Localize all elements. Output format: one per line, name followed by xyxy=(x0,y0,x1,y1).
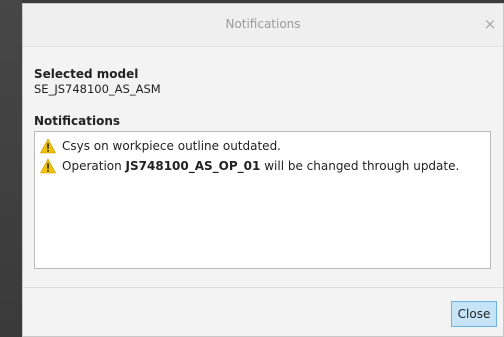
notification-text-suffix: will be changed through update. xyxy=(260,159,460,173)
close-button[interactable]: Close xyxy=(451,301,497,327)
dialog-title: Notifications xyxy=(225,17,301,31)
notification-text: Csys on workpiece outline outdated. xyxy=(62,139,281,153)
dialog-titlebar[interactable]: Notifications × xyxy=(23,4,503,47)
operation-name: JS748100_AS_OP_01 xyxy=(125,159,261,173)
notifications-dialog: Notifications × Selected model SE_JS7481… xyxy=(22,3,504,337)
notifications-list[interactable]: Csys on workpiece outline outdated. Oper… xyxy=(34,131,491,269)
list-item: Operation JS748100_AS_OP_01 will be chan… xyxy=(35,156,490,176)
footer-divider xyxy=(23,287,503,288)
warning-icon xyxy=(40,138,56,154)
background-window xyxy=(0,0,22,337)
notification-text: Operation xyxy=(62,159,126,173)
notifications-heading: Notifications xyxy=(34,114,121,128)
warning-icon xyxy=(40,158,56,174)
selected-model-value: SE_JS748100_AS_ASM xyxy=(34,82,161,96)
list-item: Csys on workpiece outline outdated. xyxy=(35,136,490,156)
selected-model-heading: Selected model xyxy=(34,67,139,81)
close-icon[interactable]: × xyxy=(481,15,499,33)
